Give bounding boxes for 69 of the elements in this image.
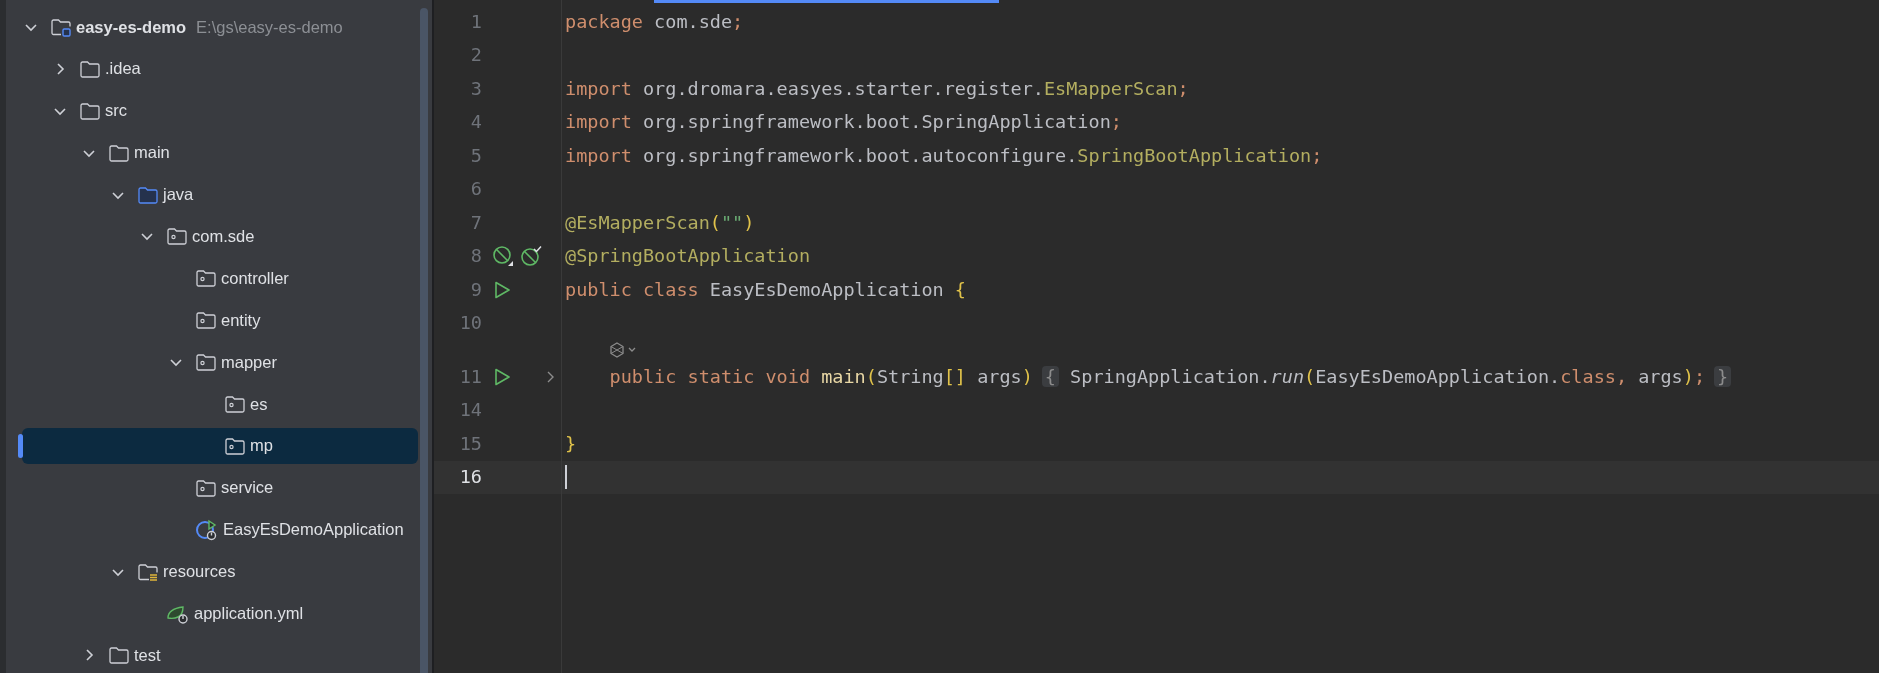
selection-marker xyxy=(18,433,23,458)
text-cursor xyxy=(565,465,567,490)
line-number: 2 xyxy=(469,43,482,68)
tree-item[interactable]: main xyxy=(22,134,418,171)
tree-item[interactable]: easy-es-demo E:\gs\easy-es-demo xyxy=(22,8,418,45)
package-folder-icon xyxy=(195,309,217,332)
tree-item[interactable]: .idea xyxy=(22,50,418,87)
folder-icon xyxy=(108,644,130,667)
line-number: 10 xyxy=(458,311,482,336)
item-label: com.sde xyxy=(192,226,255,247)
item-label: mp xyxy=(250,435,273,457)
line-number: 8 xyxy=(469,244,482,269)
package-folder-icon xyxy=(195,351,217,374)
item-label: main xyxy=(134,142,170,164)
tree-item[interactable]: resources xyxy=(22,553,418,590)
item-label: test xyxy=(134,644,161,666)
code-line: @EsMapperScan("") xyxy=(565,210,755,235)
tree-item[interactable]: com.sde xyxy=(22,218,418,255)
line-number: 14 xyxy=(458,398,482,423)
line-number: 16 xyxy=(458,465,482,490)
line-number: 3 xyxy=(469,76,482,101)
package-folder-icon xyxy=(166,225,188,248)
code-line: import org.springframework.boot.autoconfigure.SpringBootApplication; xyxy=(565,143,1323,168)
line-number: 15 xyxy=(458,431,482,456)
tree-item[interactable]: src xyxy=(22,92,418,129)
code-line: import org.dromara.easyes.starter.register.EsMapperScan; xyxy=(565,76,1189,101)
tree-item[interactable]: es xyxy=(22,385,418,422)
spring-class-icon xyxy=(195,517,219,542)
tree-item[interactable]: application.yml xyxy=(22,595,418,632)
line-number: 7 xyxy=(469,210,482,235)
item-label: entity xyxy=(221,309,261,331)
tree-item[interactable]: mapper xyxy=(22,344,418,381)
code-line: import org.springframework.boot.SpringApplication; xyxy=(565,110,1122,135)
run-icon[interactable] xyxy=(492,279,512,300)
tree-item[interactable]: service xyxy=(22,469,418,506)
item-label: resources xyxy=(163,561,236,583)
item-label: .idea xyxy=(105,58,141,80)
line-number: 4 xyxy=(469,110,482,135)
line-number: 1 xyxy=(469,9,482,34)
bean-icon[interactable] xyxy=(492,245,514,268)
code-line: public class EasyEsDemoApplication { xyxy=(565,277,966,302)
tree-item[interactable]: entity xyxy=(22,302,418,339)
tree-item[interactable]: test xyxy=(22,637,418,673)
code-line: } xyxy=(565,431,577,456)
tree-item[interactable]: java xyxy=(22,176,418,213)
item-label: mapper xyxy=(221,351,277,373)
tree-item[interactable]: controller xyxy=(22,260,418,297)
project-path: E:\gs\easy-es-demo xyxy=(196,16,343,38)
item-label: service xyxy=(221,477,274,499)
run-icon[interactable] xyxy=(492,366,512,387)
item-label: application.yml xyxy=(194,603,304,625)
tree-item[interactable]: mp xyxy=(22,427,418,464)
package-folder-icon xyxy=(195,267,217,290)
line-number: 9 xyxy=(469,277,482,302)
line-number: 6 xyxy=(469,177,482,202)
code-line: package com.sde; xyxy=(565,9,744,34)
tree-item[interactable]: EasyEsDemoApplication xyxy=(22,511,418,548)
item-label: es xyxy=(250,393,268,415)
line-number: 11 xyxy=(458,364,482,389)
code-line: @SpringBootApplication xyxy=(565,244,811,269)
code-line: public static void main(String[] args) { SpringApplication.run(EasyEsDemoApplication.class, args); } xyxy=(565,362,1732,391)
item-label: java xyxy=(163,184,194,206)
item-label: src xyxy=(105,100,127,122)
item-label: easy-es-demo xyxy=(76,16,187,38)
item-label: EasyEsDemoApplication xyxy=(223,519,404,541)
bean-check-icon[interactable] xyxy=(520,245,542,268)
scrollbar[interactable] xyxy=(420,8,428,673)
item-label: controller xyxy=(221,267,289,289)
line-number: 5 xyxy=(469,143,482,168)
